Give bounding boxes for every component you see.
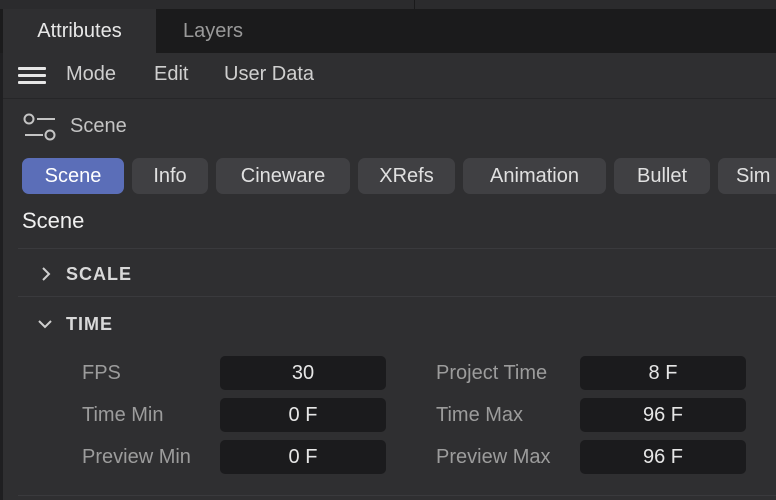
menu-edit[interactable]: Edit bbox=[154, 53, 188, 98]
project-time-field[interactable]: 8 F bbox=[580, 356, 746, 390]
tab-scene[interactable]: Scene bbox=[22, 158, 124, 194]
tab-animation[interactable]: Animation bbox=[463, 158, 606, 194]
tab-bullet[interactable]: Bullet bbox=[614, 158, 710, 194]
tab-sim[interactable]: Sim bbox=[718, 158, 776, 194]
preview-min-label: Preview Min bbox=[82, 446, 191, 468]
fps-field[interactable]: 30 bbox=[220, 356, 386, 390]
object-header: Scene bbox=[3, 99, 776, 155]
chevron-right-icon bbox=[41, 249, 51, 299]
group-scale-label: SCALE bbox=[66, 264, 133, 284]
fps-label: FPS bbox=[82, 362, 121, 384]
chevron-down-icon bbox=[38, 299, 52, 349]
menu-user-data[interactable]: User Data bbox=[224, 53, 314, 98]
time-min-field[interactable]: 0 F bbox=[220, 398, 386, 432]
preview-min-field[interactable]: 0 F bbox=[220, 440, 386, 474]
preview-max-field[interactable]: 96 F bbox=[580, 440, 746, 474]
tab-cineware[interactable]: Cineware bbox=[216, 158, 350, 194]
project-time-label: Project Time bbox=[436, 362, 548, 384]
hamburger-menu-icon[interactable] bbox=[18, 67, 46, 85]
group-time-header[interactable]: TIME bbox=[18, 299, 776, 349]
group-scale: SCALE bbox=[18, 248, 776, 299]
time-max-field[interactable]: 96 F bbox=[580, 398, 746, 432]
group-time: TIME FPS 30 Project Time 8 F Time Min 0 … bbox=[18, 296, 776, 495]
attributes-panel: Mode Edit User Data Scene Scene Info Cin… bbox=[3, 53, 776, 500]
scene-settings-icon bbox=[23, 113, 56, 141]
time-max-label: Time Max bbox=[436, 404, 524, 426]
time-min-label: Time Min bbox=[82, 404, 164, 426]
group-scale-header[interactable]: SCALE bbox=[18, 249, 776, 299]
top-strip-divider bbox=[414, 0, 415, 9]
top-strip bbox=[0, 0, 776, 9]
tab-xrefs[interactable]: XRefs bbox=[358, 158, 455, 194]
preview-max-label: Preview Max bbox=[436, 446, 551, 468]
tab-attributes[interactable]: Attributes bbox=[3, 9, 156, 53]
tab-info[interactable]: Info bbox=[132, 158, 208, 194]
section-title: Scene bbox=[22, 208, 85, 233]
menu-mode[interactable]: Mode bbox=[66, 53, 116, 98]
group-divider bbox=[18, 495, 776, 496]
panel-tab-bar: Attributes Layers bbox=[0, 9, 776, 53]
menu-bar: Mode Edit User Data bbox=[3, 53, 776, 99]
object-title: Scene bbox=[70, 115, 127, 137]
group-time-label: TIME bbox=[66, 314, 113, 334]
tab-layers[interactable]: Layers bbox=[183, 9, 243, 53]
